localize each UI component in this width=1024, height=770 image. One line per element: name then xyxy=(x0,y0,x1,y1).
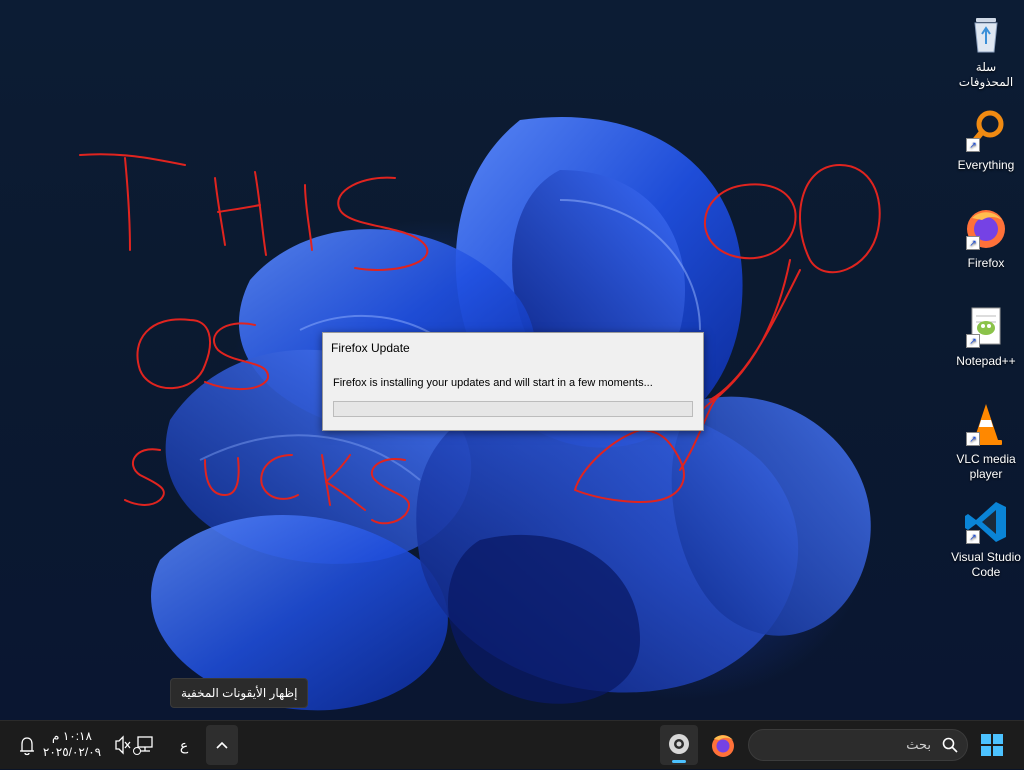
volume-muted-icon xyxy=(115,735,131,755)
shortcut-arrow-icon: ↗ xyxy=(966,334,980,348)
system-tray-icons[interactable] xyxy=(106,725,160,765)
shortcut-arrow-icon: ↗ xyxy=(966,530,980,544)
app-gear-icon xyxy=(669,734,689,754)
desktop: سلة المحذوفات ↗ Everything ↗ Firefox ↗ N… xyxy=(0,0,1024,720)
taskbar-clock[interactable]: ١٠:١٨ م ٢٠٢٥/٠٢/٠٩ xyxy=(40,728,104,760)
show-hidden-icons-button[interactable] xyxy=(206,725,238,765)
windows-logo-icon xyxy=(981,734,1003,756)
taskbar-search-box[interactable]: بحث xyxy=(748,729,968,761)
vlc-cone-icon: ↗ xyxy=(962,400,1010,448)
desktop-icon-label: سلة المحذوفات xyxy=(958,60,1014,89)
desktop-icon-notepadpp[interactable]: ↗ Notepad++ xyxy=(948,302,1024,369)
desktop-icon-label: Visual Studio Code xyxy=(951,550,1021,579)
desktop-icon-label: VLC media player xyxy=(956,452,1016,481)
dialog-title: Firefox Update xyxy=(331,341,410,355)
update-progress-bar xyxy=(333,401,693,417)
search-icon xyxy=(941,736,959,759)
vscode-icon: ↗ xyxy=(962,498,1010,546)
chevron-up-icon xyxy=(216,741,228,749)
desktop-icon-everything[interactable]: ↗ Everything xyxy=(948,106,1024,173)
desktop-icon-firefox[interactable]: ↗ Firefox xyxy=(948,204,1024,271)
firefox-icon: ↗ xyxy=(962,204,1010,252)
desktop-icon-vlc[interactable]: ↗ VLC media player xyxy=(948,400,1024,482)
notepadpp-icon: ↗ xyxy=(962,302,1010,350)
desktop-icon-vscode[interactable]: ↗ Visual Studio Code xyxy=(948,498,1024,580)
taskbar: بحث ع ١٠:١٨ م ٢٠٢٥/٠٢/٠٩ xyxy=(0,720,1024,769)
bell-icon xyxy=(20,737,34,756)
clock-time: ١٠:١٨ م xyxy=(52,729,92,743)
everything-search-icon: ↗ xyxy=(962,106,1010,154)
dialog-message: Firefox is installing your updates and w… xyxy=(333,377,653,389)
taskbar-firefox-button[interactable] xyxy=(704,725,742,765)
search-placeholder: بحث xyxy=(906,737,931,752)
start-button[interactable] xyxy=(974,725,1010,765)
taskbar-update-app-button[interactable] xyxy=(660,725,698,765)
clock-date: ٢٠٢٥/٠٢/٠٩ xyxy=(42,745,102,759)
desktop-icon-label: Firefox xyxy=(967,256,1005,270)
input-language-indicator[interactable]: ع xyxy=(170,725,198,765)
show-hidden-icons-tooltip: إظهار الأيقونات المخفية xyxy=(170,678,309,708)
desktop-icon-label: Everything xyxy=(957,158,1015,172)
recycle-bin-icon xyxy=(962,8,1010,56)
shortcut-arrow-icon: ↗ xyxy=(966,236,980,250)
shortcut-arrow-icon: ↗ xyxy=(966,138,980,152)
network-disconnected-icon xyxy=(133,736,153,755)
firefox-update-dialog[interactable]: Firefox Update Firefox is installing you… xyxy=(322,332,704,431)
desktop-icon-label: Notepad++ xyxy=(956,354,1016,368)
firefox-icon xyxy=(712,735,734,757)
shortcut-arrow-icon: ↗ xyxy=(966,432,980,446)
notifications-button[interactable] xyxy=(14,725,40,765)
desktop-icon-recycle-bin[interactable]: سلة المحذوفات xyxy=(948,8,1024,90)
active-app-indicator xyxy=(672,760,686,763)
